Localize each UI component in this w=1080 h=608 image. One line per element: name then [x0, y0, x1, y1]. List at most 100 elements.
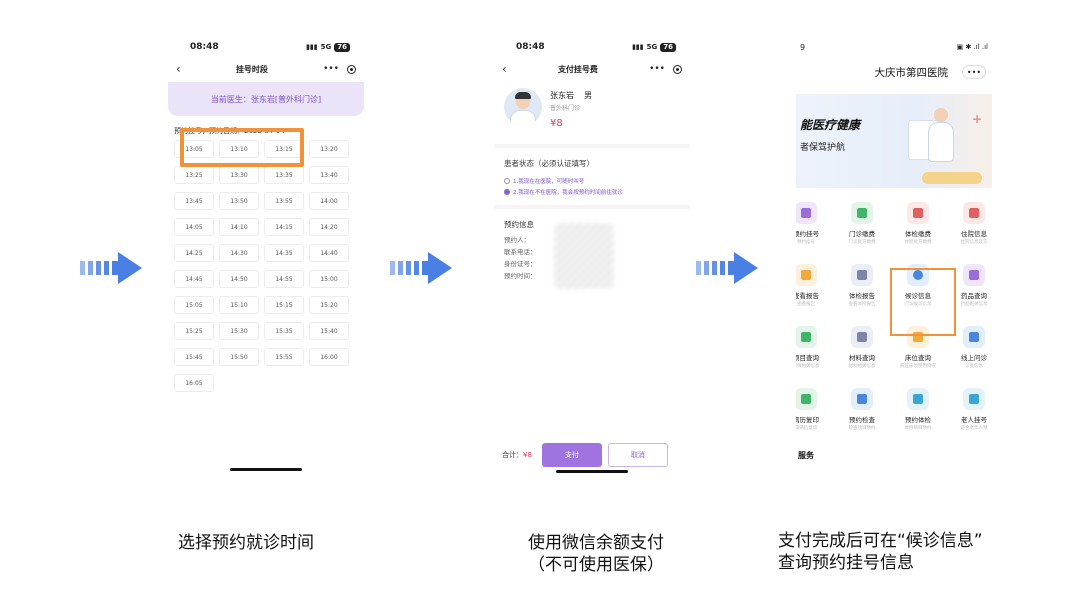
- back-chevron-icon[interactable]: ‹: [176, 62, 181, 76]
- time-slot[interactable]: 13:20: [309, 140, 349, 158]
- appointment-info-section: 预约信息 预约人： 联系电话： 身份证号： 预约时间：: [494, 209, 690, 379]
- phone-time-slots: 08:48 ▮▮▮ 5G 76 ‹ 挂号时段 ••• 当前医生：张东岩[普外科门…: [168, 36, 364, 476]
- service-tile[interactable]: 体检缴费 体检处方缴费: [890, 202, 946, 254]
- service-tile-title: 项目查询: [796, 354, 819, 362]
- hospital-name: 大庆市第四医院: [874, 66, 949, 79]
- time-slot[interactable]: 13:55: [264, 192, 304, 210]
- status-icons: ▣ ✱ .ıl .ıl: [956, 43, 988, 51]
- service-tile-title: 线上问诊: [961, 354, 987, 362]
- service-tile[interactable]: 查看报告 查看报告: [796, 264, 834, 316]
- service-tile[interactable]: 体检报告 查看体检报告: [834, 264, 890, 316]
- more-dots-icon[interactable]: •••: [323, 64, 339, 74]
- more-dots-icon[interactable]: •••: [649, 64, 665, 74]
- service-tile[interactable]: 材料查询 材料相关信息: [834, 326, 890, 378]
- service-tile-title: 体检缴费: [905, 230, 931, 238]
- service-tile[interactable]: 预约体检 体检项目预约: [890, 388, 946, 440]
- service-tile-subtitle: 适合老年人预: [960, 426, 988, 431]
- flow-arrow-right-icon: [696, 252, 758, 284]
- service-tile-subtitle: 体检项目预约: [904, 426, 932, 431]
- service-tile-title: 老人挂号: [961, 416, 987, 424]
- time-slot[interactable]: 13:45: [174, 192, 214, 210]
- service-tile-title: 住院信息: [961, 230, 987, 238]
- time-slot[interactable]: 15:00: [309, 270, 349, 288]
- caption-step-2: 使用微信余额支付 （不可使用医保）: [528, 533, 664, 575]
- cancel-button[interactable]: 取消: [607, 443, 668, 467]
- time-slot[interactable]: 13:50: [219, 192, 259, 210]
- time-slot[interactable]: 15:40: [309, 322, 349, 340]
- time-slot[interactable]: 14:50: [219, 270, 259, 288]
- time-slot[interactable]: 14:25: [174, 244, 214, 262]
- promo-banner[interactable]: 能医疗健康 者保驾护航 +: [796, 94, 992, 188]
- banner-platform-shape: [922, 172, 982, 184]
- time-slot[interactable]: 13:40: [309, 166, 349, 184]
- network-label: 5G: [646, 43, 658, 51]
- time-slot[interactable]: 14:15: [264, 218, 304, 236]
- service-tile[interactable]: 预约挂号 预约挂号: [796, 202, 834, 254]
- time-slot[interactable]: 15:50: [219, 348, 259, 366]
- service-tile[interactable]: 老人挂号适合老年人预: [946, 388, 992, 440]
- flow-arrow-right-icon: [390, 252, 452, 284]
- doctor-name: 张东岩: [550, 91, 574, 100]
- service-tile[interactable]: 预约检查 检查项目预约: [834, 388, 890, 440]
- time-slot[interactable]: 14:45: [174, 270, 214, 288]
- radio-unchecked-icon[interactable]: [504, 178, 510, 184]
- miniprogram-capsule: •••: [649, 64, 682, 74]
- time-slot[interactable]: 15:30: [219, 322, 259, 340]
- status-bar: 08:48 ▮▮▮ 5G 76: [168, 36, 364, 58]
- time-slot[interactable]: 15:20: [309, 296, 349, 314]
- time-slot[interactable]: 14:05: [174, 218, 214, 236]
- pay-button[interactable]: 支付: [541, 443, 602, 467]
- time-slot[interactable]: 14:00: [309, 192, 349, 210]
- service-tile-subtitle: 病区床位使用情况: [900, 364, 936, 369]
- time-slot[interactable]: 13:35: [264, 166, 304, 184]
- back-chevron-icon[interactable]: ‹: [502, 62, 507, 76]
- time-slot[interactable]: 15:45: [174, 348, 214, 366]
- time-slot[interactable]: 15:05: [174, 296, 214, 314]
- time-slot[interactable]: 14:20: [309, 218, 349, 236]
- service-tile-subtitle: 材料相关信息: [848, 364, 876, 369]
- close-target-icon[interactable]: [347, 64, 356, 74]
- service-tile[interactable]: 住院信息 住院信息及交: [946, 202, 992, 254]
- time-slot[interactable]: 15:10: [219, 296, 259, 314]
- time-slot[interactable]: 16:00: [309, 348, 349, 366]
- doctor-illustration: [928, 122, 954, 162]
- time-slot[interactable]: 14:35: [264, 244, 304, 262]
- doctor-name-row: 张东岩 男: [550, 90, 592, 101]
- banner-headline: 能医疗健康: [800, 118, 861, 132]
- service-tile[interactable]: 门诊缴费 门诊处方缴费: [834, 202, 890, 254]
- radio-checked-icon[interactable]: [504, 189, 510, 195]
- time-slot[interactable]: 14:40: [309, 244, 349, 262]
- more-dots-icon[interactable]: •••: [962, 65, 986, 79]
- time-slot[interactable]: 15:25: [174, 322, 214, 340]
- time-slot[interactable]: 15:55: [264, 348, 304, 366]
- service-tile[interactable]: 项目查询项目相关信息: [796, 326, 834, 378]
- service-tile-subtitle: 检查项目预约: [848, 426, 876, 431]
- status-option-not-in-hospital[interactable]: 2.我现在不在医院，我会按预约时间前往就诊: [504, 188, 680, 196]
- time-slot[interactable]: 14:55: [264, 270, 304, 288]
- signal-icon: ▮▮▮: [306, 43, 318, 51]
- hospital-header: 大庆市第四医院 •••: [796, 58, 992, 86]
- time-slot[interactable]: 15:15: [264, 296, 304, 314]
- report-icon: [796, 264, 817, 286]
- time-slot[interactable]: 13:30: [219, 166, 259, 184]
- service-tile-subtitle: 门诊处方缴费: [848, 240, 876, 245]
- service-tile-title: 预约挂号: [796, 230, 819, 238]
- service-tile[interactable]: 病历复印 病病历复印: [796, 388, 834, 440]
- service-tile-subtitle: 预约挂号: [797, 240, 815, 245]
- close-target-icon[interactable]: [673, 64, 682, 74]
- doctor-gender: 男: [584, 91, 593, 100]
- time-slot[interactable]: 14:30: [219, 244, 259, 262]
- time-slot[interactable]: 14:10: [219, 218, 259, 236]
- time-slot[interactable]: 13:25: [174, 166, 214, 184]
- caption-step-3: 支付完成后可在“候诊信息” 查询预约挂号信息: [778, 531, 983, 573]
- battery-icon: 76: [660, 42, 676, 52]
- time-slot-grid: 13:05 13:10 13:15 13:20 13:25 13:30 13:35 13:40…: [168, 140, 364, 392]
- doctor-department: 普外科门诊: [550, 105, 581, 112]
- bed-icon: [963, 202, 985, 224]
- time-slot[interactable]: 15:35: [264, 322, 304, 340]
- status-option-in-hospital[interactable]: 1.我现在在医院，可随时叫号: [504, 177, 680, 185]
- time-slot[interactable]: 16:05: [174, 374, 214, 392]
- status-time: 08:48: [190, 42, 219, 52]
- chat-icon: [963, 326, 985, 348]
- service-tile-subtitle: 药品相关信息: [960, 302, 988, 307]
